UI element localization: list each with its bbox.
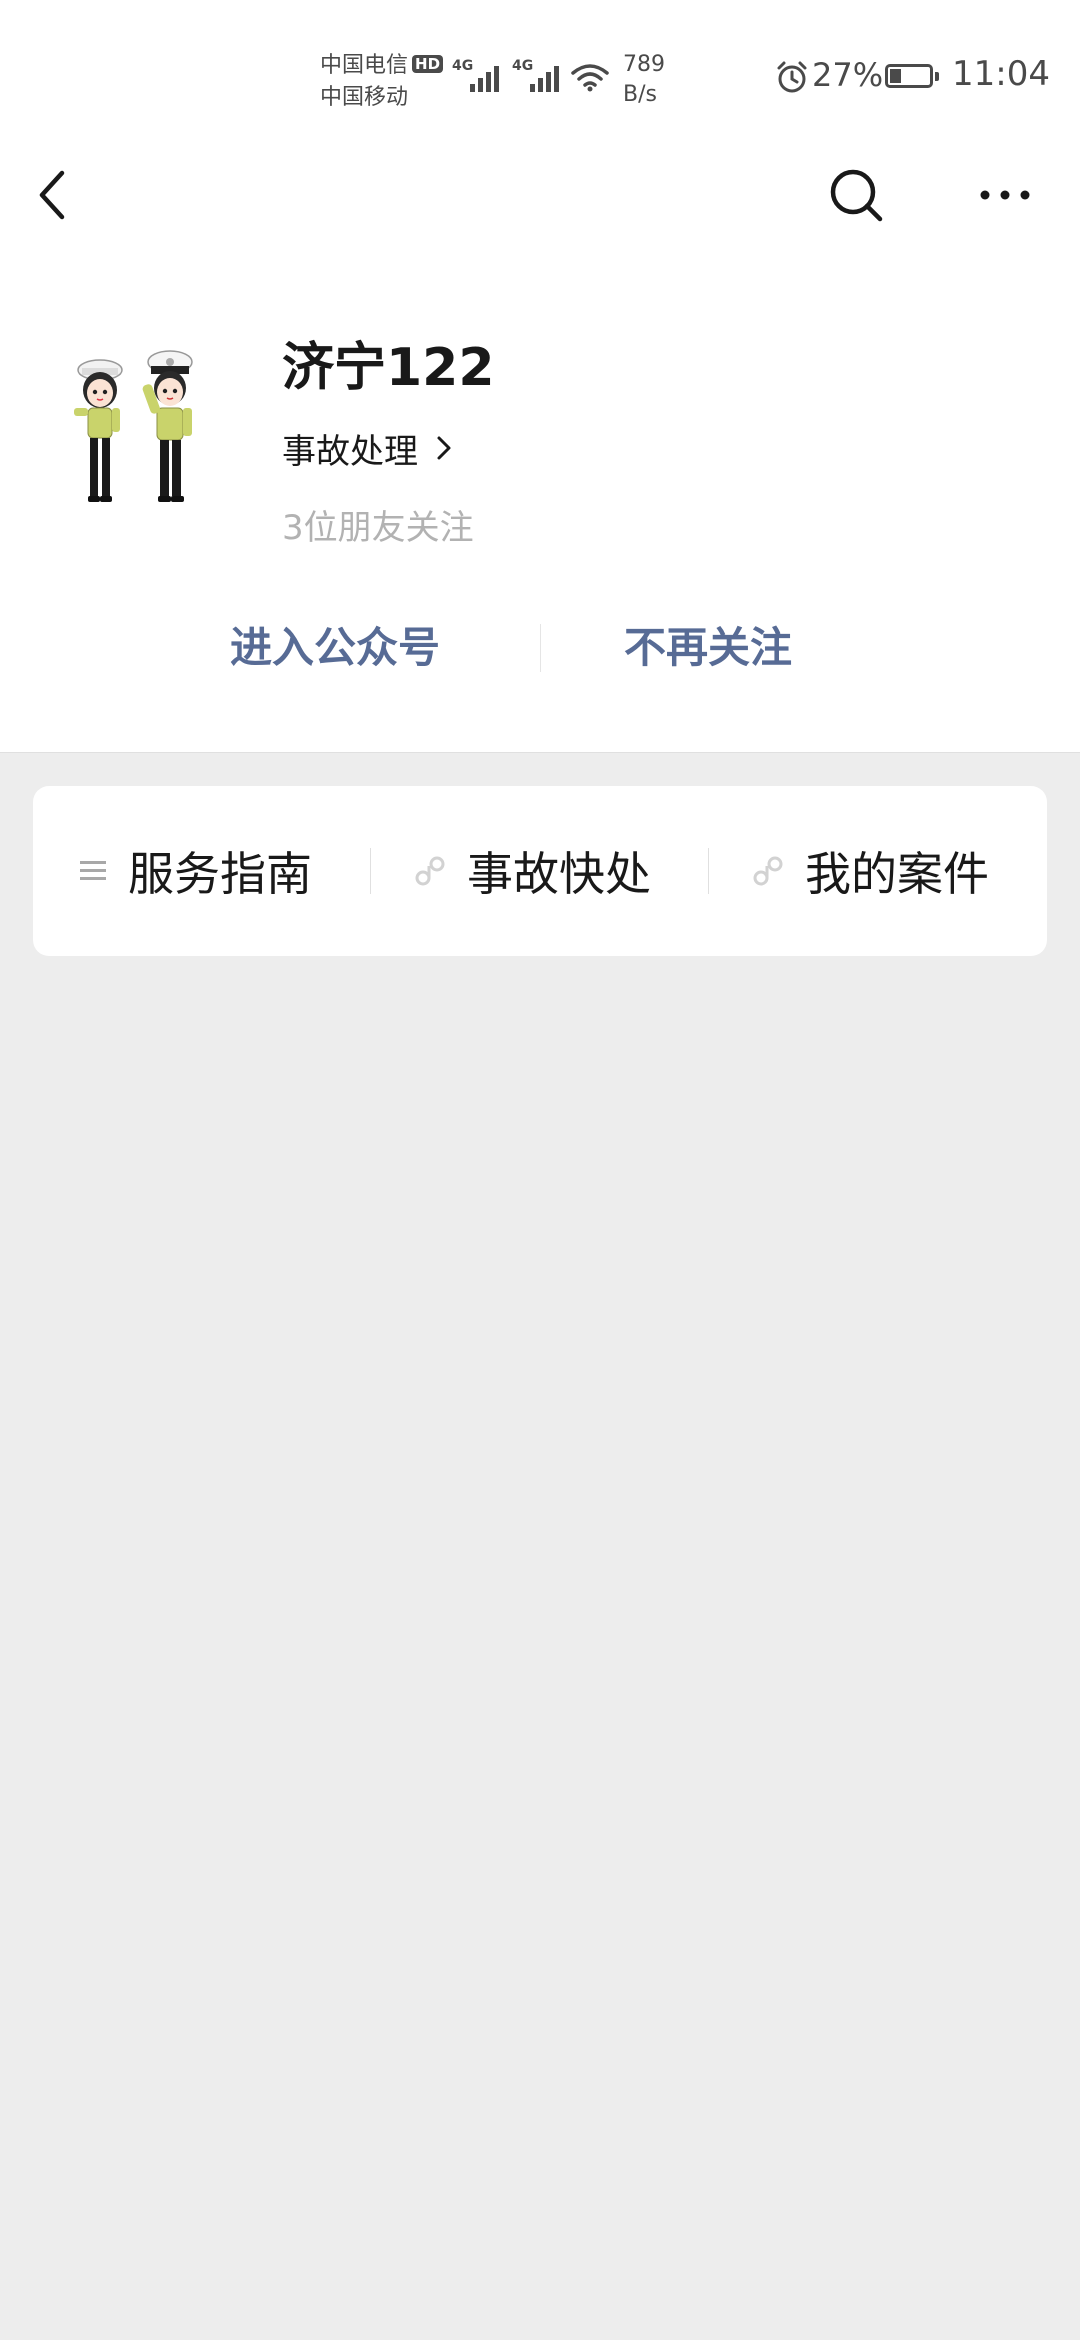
battery-percent: 27%: [812, 56, 884, 94]
chevron-left-icon[interactable]: [32, 165, 72, 225]
account-name: 济宁122: [282, 338, 495, 398]
status-bar: 中国电信 HD 中国移动 4G 4G 789 B/s 27% 11:04: [0, 40, 1080, 110]
more-horizontal-icon[interactable]: [975, 180, 1035, 210]
chevron-right-icon: [437, 436, 451, 460]
menu-item-label: 事故快处: [467, 847, 651, 901]
carrier-info: 中国电信 HD 中国移动: [320, 50, 444, 114]
account-intro-label: 事故处理: [282, 432, 418, 472]
menu-divider: [708, 848, 709, 894]
alarm-icon: [777, 61, 807, 93]
account-menu-bar: 服务指南 事故快处 我的案件: [33, 786, 1047, 956]
signal-icon: 4G: [512, 58, 564, 96]
profile-header: 中国电信 HD 中国移动 4G 4G 789 B/s 27% 11:04 济宁1…: [0, 0, 1080, 753]
menu-list-icon: [80, 861, 106, 880]
clock: 11:04: [952, 54, 1050, 94]
speed-unit: B/s: [623, 82, 657, 107]
menu-item-label: 我的案件: [805, 847, 989, 901]
traffic-police-avatar[interactable]: [58, 348, 218, 508]
officer-left-figure: [74, 359, 123, 502]
battery-icon: [885, 64, 939, 88]
mini-program-icon: [753, 856, 783, 886]
officer-right-figure: [142, 350, 193, 502]
menu-item-accident-quick[interactable]: 事故快处: [413, 786, 651, 956]
signal-icon: 4G: [452, 58, 504, 96]
speed-value: 789: [623, 52, 665, 77]
enter-account-button[interactable]: 进入公众号: [230, 618, 440, 678]
mini-program-icon: [415, 856, 445, 886]
menu-item-label: 服务指南: [128, 847, 312, 901]
friends-following-count: 3位朋友关注: [282, 508, 474, 548]
menu-divider: [370, 848, 371, 894]
carrier-primary: 中国电信: [320, 53, 409, 78]
wifi-icon: [571, 64, 609, 92]
menu-item-service-guide[interactable]: 服务指南: [78, 786, 312, 956]
search-icon[interactable]: [826, 165, 886, 225]
action-divider: [540, 624, 541, 672]
network-speed: 789 B/s: [623, 50, 665, 110]
account-intro-link[interactable]: 事故处理: [282, 428, 452, 476]
hd-badge: HD: [412, 55, 444, 73]
page: 中国电信 HD 中国移动 4G 4G 789 B/s 27% 11:04 济宁1…: [0, 0, 1080, 2340]
menu-item-my-cases[interactable]: 我的案件: [751, 786, 989, 956]
unfollow-button[interactable]: 不再关注: [624, 618, 792, 678]
carrier-secondary: 中国移动: [320, 85, 409, 110]
